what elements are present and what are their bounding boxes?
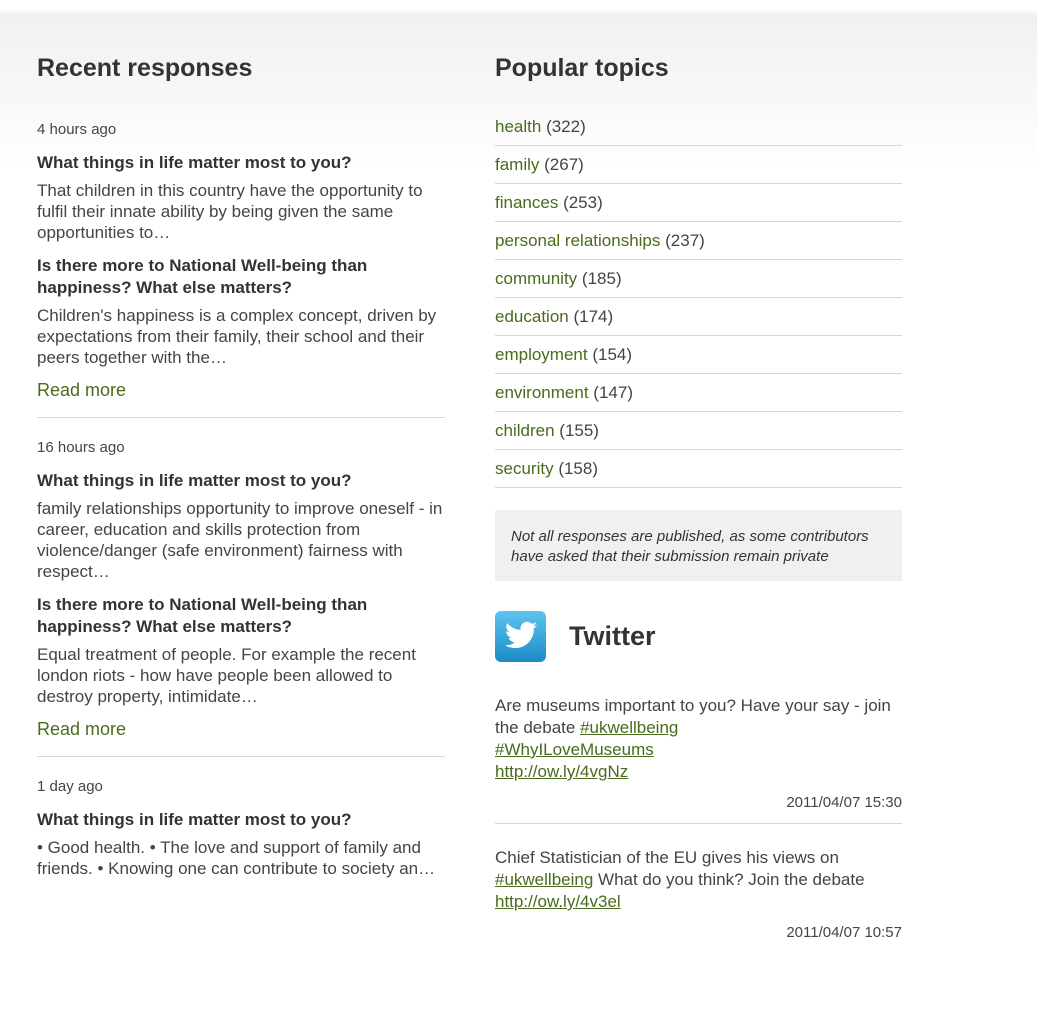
topic-list: health (322) family (267) finances (253)… xyxy=(495,112,902,488)
topic-item: security (158) xyxy=(495,450,902,488)
topic-item: finances (253) xyxy=(495,184,902,222)
twitter-title: Twitter xyxy=(569,620,656,651)
response-item: 4 hours ago What things in life matter m… xyxy=(37,120,445,418)
topic-count: (155) xyxy=(559,421,599,440)
response-answer: That children in this country have the o… xyxy=(37,181,423,242)
hashtag-link[interactable]: #ukwellbeing xyxy=(580,718,678,737)
hashtag-link[interactable]: #WhyILoveMuseums xyxy=(495,740,654,759)
response-answer: • Good health. • The love and support of… xyxy=(37,838,436,878)
topic-item: community (185) xyxy=(495,260,902,298)
topic-count: (267) xyxy=(544,155,584,174)
topic-link-children[interactable]: children xyxy=(495,421,555,440)
topic-item: children (155) xyxy=(495,412,902,450)
response-answer: family relationships opportunity to impr… xyxy=(37,499,443,581)
page: Recent responses 4 hours ago What things… xyxy=(0,0,1037,1015)
tweet-body: What do you think? Join the debate xyxy=(593,870,865,889)
twitter-header: Twitter xyxy=(495,609,902,663)
topic-link-community[interactable]: community xyxy=(495,269,577,288)
topic-link-finances[interactable]: finances xyxy=(495,193,558,212)
tweet-text: Chief Statistician of the EU gives his v… xyxy=(495,847,902,913)
topic-link-personal-relationships[interactable]: personal relationships xyxy=(495,231,660,250)
tweet-url-link[interactable]: http://ow.ly/4vgNz xyxy=(495,761,902,783)
response-question: What things in life matter most to you? xyxy=(37,810,352,829)
tweet-item: Chief Statistician of the EU gives his v… xyxy=(495,832,902,953)
read-more-link[interactable]: Read more xyxy=(37,379,126,401)
tweet-text: Are museums important to you? Have your … xyxy=(495,695,902,783)
tweet-date: 2011/04/07 15:30 xyxy=(786,794,902,811)
topic-count: (253) xyxy=(563,193,603,212)
popular-topics-heading: Popular topics xyxy=(495,54,669,82)
response-question: Is there more to National Well-being tha… xyxy=(37,595,368,636)
topic-count: (185) xyxy=(581,269,622,288)
tweet-body: Chief Statistician of the EU gives his v… xyxy=(495,848,839,867)
topic-item: personal relationships (237) xyxy=(495,222,902,260)
topic-count: (158) xyxy=(558,459,598,478)
response-time: 1 day ago xyxy=(37,778,103,795)
topic-link-health[interactable]: health xyxy=(495,117,541,136)
twitter-bird-icon[interactable] xyxy=(495,610,546,662)
response-item: 1 day ago What things in life matter mos… xyxy=(37,777,445,895)
popular-topics-section: Popular topics health (322) family (267)… xyxy=(495,52,902,953)
tweet-date: 2011/04/07 10:57 xyxy=(786,924,902,941)
topic-count: (154) xyxy=(592,345,633,364)
tweet-item: Are museums important to you? Have your … xyxy=(495,695,902,824)
response-question: What things in life matter most to you? xyxy=(37,153,352,172)
topic-item: health (322) xyxy=(495,112,902,146)
hashtag-link[interactable]: #ukwellbeing xyxy=(495,870,593,889)
recent-responses-section: Recent responses 4 hours ago What things… xyxy=(37,52,445,915)
topic-link-security[interactable]: security xyxy=(495,459,554,478)
topic-count: (174) xyxy=(573,307,614,326)
read-more-link[interactable]: Read more xyxy=(37,718,126,740)
topic-item: employment (154) xyxy=(495,336,902,374)
twitter-bird-glyph xyxy=(504,621,537,649)
topic-count: (322) xyxy=(546,117,586,136)
response-item: 16 hours ago What things in life matter … xyxy=(37,438,445,757)
tweet-body: Are museums important to you? Have your … xyxy=(495,696,891,737)
recent-responses-heading: Recent responses xyxy=(37,54,253,82)
response-answer: Children's happiness is a complex concep… xyxy=(37,306,437,367)
topic-link-employment[interactable]: employment xyxy=(495,345,588,364)
topic-count: (237) xyxy=(665,231,705,250)
topic-link-environment[interactable]: environment xyxy=(495,383,589,402)
privacy-note: Not all responses are published, as some… xyxy=(495,510,902,581)
topic-link-family[interactable]: family xyxy=(495,155,539,174)
response-answer: Equal treatment of people. For example t… xyxy=(37,645,416,706)
tweet-url-link[interactable]: http://ow.ly/4v3el xyxy=(495,891,902,913)
response-time: 4 hours ago xyxy=(37,121,117,138)
topic-item: education (174) xyxy=(495,298,902,336)
topic-item: family (267) xyxy=(495,146,902,184)
topic-item: environment (147) xyxy=(495,374,902,412)
response-time: 16 hours ago xyxy=(37,439,125,456)
topic-count: (147) xyxy=(593,383,633,402)
response-question: Is there more to National Well-being tha… xyxy=(37,256,368,297)
response-question: What things in life matter most to you? xyxy=(37,471,352,490)
topic-link-education[interactable]: education xyxy=(495,307,569,326)
